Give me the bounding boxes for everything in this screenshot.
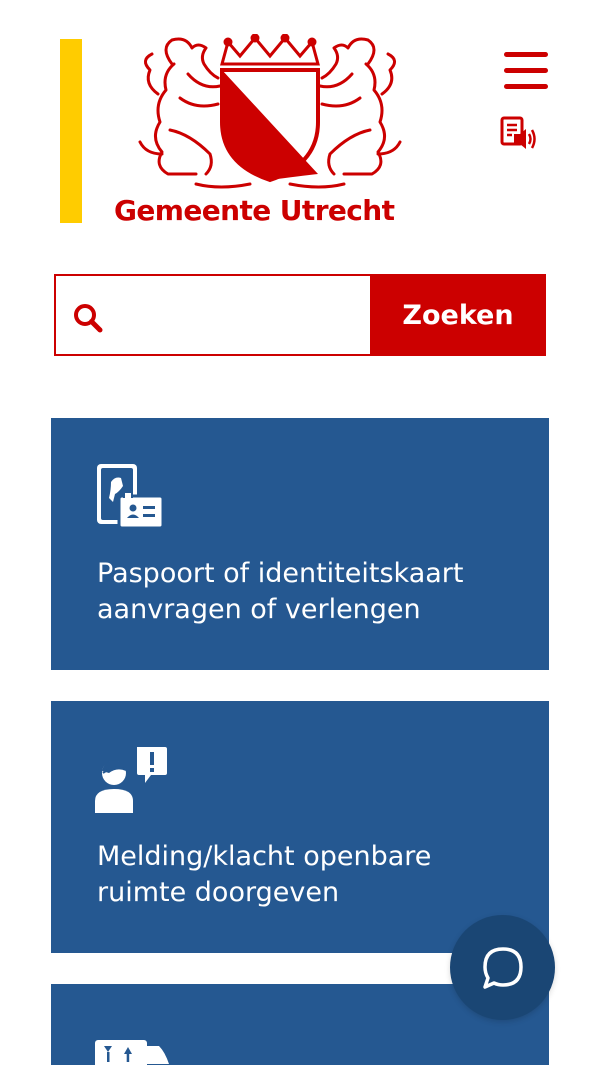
tile-passport-id[interactable]: Paspoort of identiteitskaart aanvragen o… [51, 418, 549, 670]
tile-label: Melding/klacht openbare ruimte doorgeven [97, 841, 432, 908]
read-aloud-icon [500, 116, 536, 149]
passport-id-card-icon [97, 464, 165, 530]
menu-icon-line [504, 68, 548, 73]
tile-label: Paspoort of identiteitskaart aanvragen o… [97, 558, 464, 625]
gemeente-utrecht-logo[interactable]: Gemeente Utrecht [110, 34, 430, 234]
person-report-icon [95, 747, 167, 813]
menu-icon-line [504, 84, 548, 89]
logo-wordmark: Gemeente Utrecht [114, 194, 395, 227]
hamburger-menu-icon [504, 52, 548, 57]
hamburger-menu-button[interactable] [500, 50, 552, 92]
accent-bar [60, 39, 82, 223]
read-aloud-button[interactable] [500, 116, 540, 152]
search-button[interactable]: Zoeken [370, 274, 546, 356]
chat-bubble-icon [482, 946, 523, 989]
chat-button[interactable] [450, 915, 555, 1020]
search-form: Zoeken [54, 274, 546, 356]
coat-of-arms-icon [138, 34, 402, 189]
site-header: Gemeente Utrecht [0, 0, 600, 250]
search-input[interactable] [116, 286, 361, 346]
tile-report-public-space[interactable]: Melding/klacht openbare ruimte doorgeven [51, 701, 549, 953]
moving-van-icon [95, 1040, 169, 1065]
search-icon [74, 304, 103, 333]
search-field[interactable] [54, 274, 370, 356]
